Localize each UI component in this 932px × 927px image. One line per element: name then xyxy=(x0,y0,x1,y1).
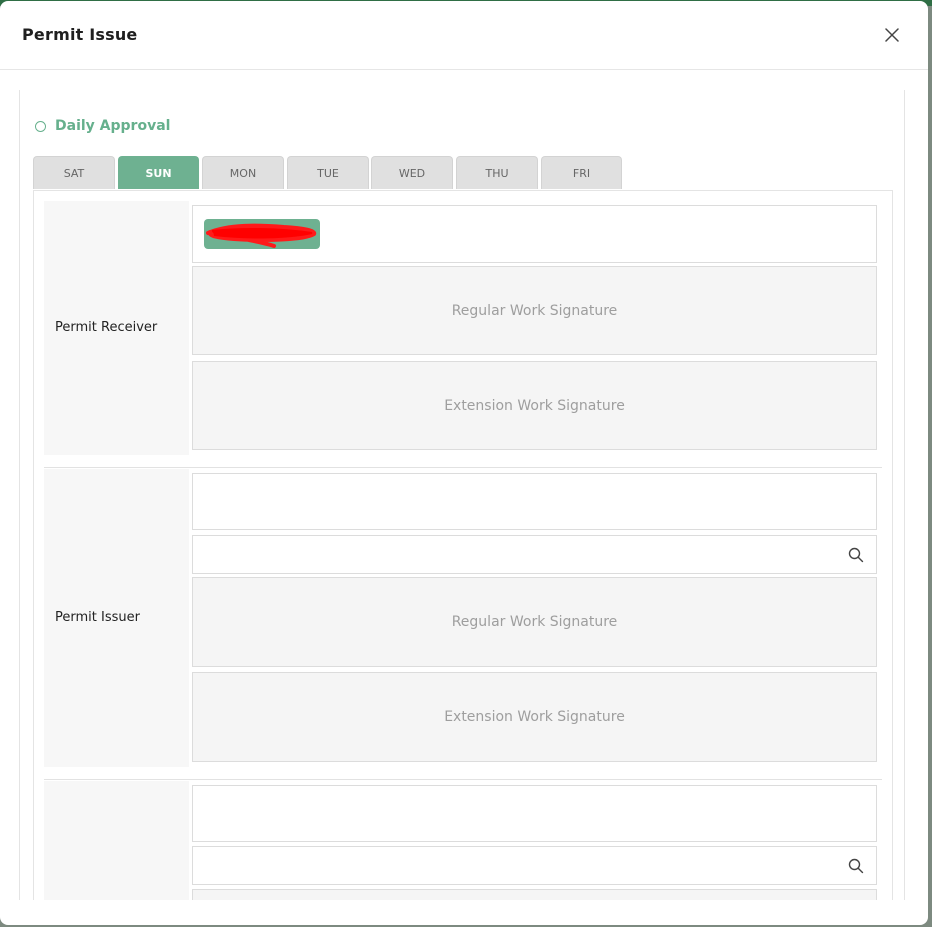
modal-body[interactable]: Daily Approval SAT SUN MON TUE WED THU F… xyxy=(0,70,928,900)
section-title: Daily Approval xyxy=(55,118,171,134)
receiver-regular-signature[interactable]: Regular Work Signature xyxy=(192,266,877,355)
issuer-name-field[interactable] xyxy=(192,473,877,530)
search-icon[interactable] xyxy=(848,547,864,563)
receiver-name-chip xyxy=(204,219,320,249)
search-icon[interactable] xyxy=(848,858,864,874)
third-regular-signature[interactable] xyxy=(192,889,877,900)
tab-tue[interactable]: TUE xyxy=(287,156,369,189)
issuer-regular-signature[interactable]: Regular Work Signature xyxy=(192,577,877,667)
permit-issue-modal: Permit Issue Daily Approval SAT SUN MON … xyxy=(0,1,928,925)
permit-receiver-label: Permit Receiver xyxy=(55,320,158,335)
modal-header: Permit Issue xyxy=(0,1,928,70)
receiver-name-field[interactable] xyxy=(192,205,877,263)
row-divider xyxy=(44,779,882,780)
issuer-search-input[interactable] xyxy=(192,535,877,574)
permit-issuer-cells: Regular Work Signature Extension Work Si… xyxy=(189,469,882,767)
row-divider xyxy=(44,467,882,468)
redaction-scribble xyxy=(206,223,317,248)
radio-circle-icon xyxy=(35,120,46,132)
content-panel: Daily Approval SAT SUN MON TUE WED THU F… xyxy=(19,90,905,900)
receiver-extension-signature[interactable]: Extension Work Signature xyxy=(192,361,877,450)
permit-issuer-label: Permit Issuer xyxy=(55,610,140,625)
third-row xyxy=(44,781,882,900)
daily-approval-header: Daily Approval xyxy=(35,118,170,134)
tab-sat[interactable]: SAT xyxy=(33,156,115,189)
third-search-input[interactable] xyxy=(192,846,877,885)
permit-issuer-row: Permit Issuer Regular Work Signature Ext… xyxy=(44,469,882,767)
tab-fri[interactable]: FRI xyxy=(541,156,622,189)
tab-thu[interactable]: THU xyxy=(456,156,538,189)
close-icon xyxy=(885,28,899,42)
third-row-cells xyxy=(189,781,882,900)
tab-mon[interactable]: MON xyxy=(202,156,284,189)
modal-title: Permit Issue xyxy=(22,25,138,44)
tab-sun[interactable]: SUN xyxy=(118,156,199,189)
third-name-field[interactable] xyxy=(192,785,877,842)
issuer-extension-signature[interactable]: Extension Work Signature xyxy=(192,672,877,762)
tab-wed[interactable]: WED xyxy=(371,156,453,189)
approval-table: Permit Receiver Regular Work Signature E… xyxy=(33,190,893,900)
permit-receiver-row: Permit Receiver Regular Work Signature E… xyxy=(44,201,882,455)
permit-receiver-cells: Regular Work Signature Extension Work Si… xyxy=(189,201,882,455)
close-button[interactable] xyxy=(878,21,906,49)
